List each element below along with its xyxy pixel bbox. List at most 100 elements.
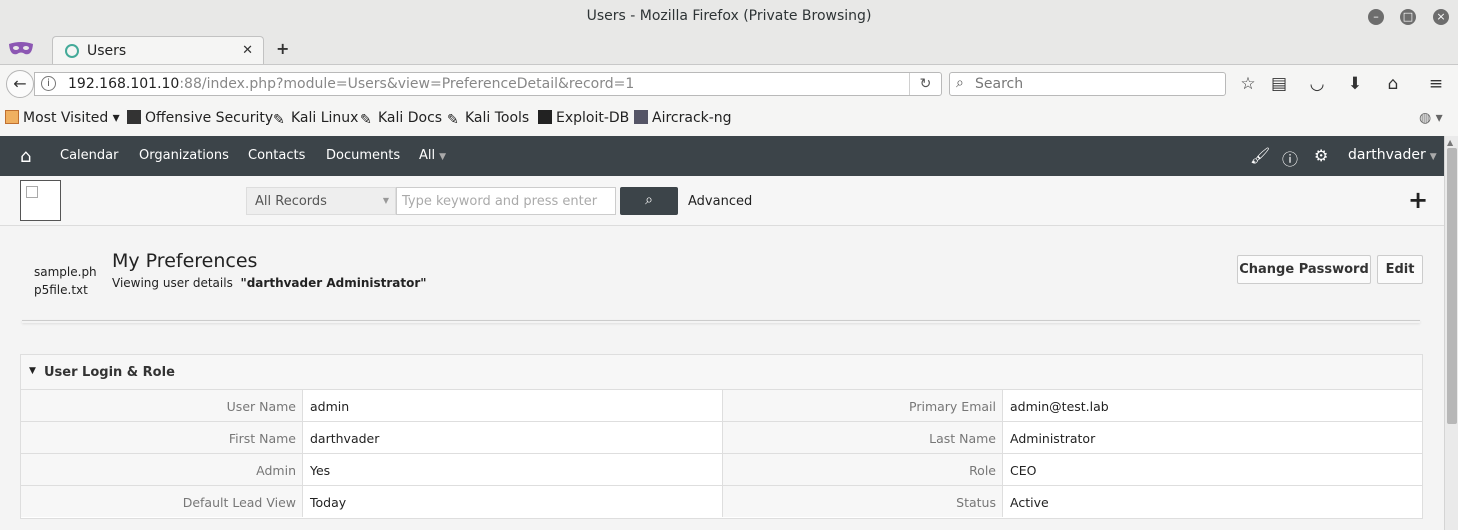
- bookmark-most-visited[interactable]: Most Visited ▾: [5, 110, 120, 126]
- bookmark-offensive-security[interactable]: Offensive Security: [127, 110, 273, 126]
- collapse-triangle-icon[interactable]: ▼: [29, 366, 36, 376]
- minimize-icon[interactable]: –: [1368, 9, 1384, 25]
- back-arrow-icon[interactable]: ←: [6, 70, 34, 98]
- field-value: Active: [1010, 495, 1049, 510]
- bookmark-exploit-db[interactable]: Exploit-DB: [538, 110, 629, 126]
- tab-strip: Users ✕ +: [0, 34, 1458, 66]
- field-value: admin: [303, 390, 723, 421]
- menu-organizations[interactable]: Organizations: [139, 148, 229, 163]
- menu-contacts[interactable]: Contacts: [248, 148, 305, 163]
- app-home-icon[interactable]: ⌂: [20, 146, 31, 167]
- field-row: First Name darthvader Last Name Administ…: [21, 422, 1422, 454]
- divider: [22, 320, 1420, 323]
- quick-create-plus-icon[interactable]: +: [1408, 188, 1428, 212]
- field-row: Admin Yes Role CEO: [21, 454, 1422, 486]
- navigation-toolbar: ← i 192.168.101.10:88/index.php?module=U…: [0, 64, 1458, 102]
- scroll-up-icon[interactable]: ▲: [1447, 138, 1453, 147]
- maximize-icon[interactable]: □: [1400, 9, 1416, 25]
- chevron-down-icon: ▼: [439, 152, 447, 162]
- search-placeholder: Search: [975, 76, 1024, 92]
- chevron-down-icon: ▼: [1429, 152, 1437, 162]
- attachment-filename[interactable]: sample.php5file.txt: [34, 263, 98, 299]
- downloads-icon[interactable]: ⬇: [1344, 74, 1366, 94]
- url-bar[interactable]: i 192.168.101.10:88/index.php?module=Use…: [34, 72, 942, 96]
- reload-icon[interactable]: ↻: [909, 73, 941, 95]
- url-text[interactable]: 192.168.101.10:88/index.php?module=Users…: [68, 76, 634, 92]
- company-logo[interactable]: [20, 180, 61, 221]
- site-favicon-icon: [65, 44, 79, 58]
- field-label: Admin: [21, 454, 303, 485]
- field-label: First Name: [21, 422, 303, 453]
- search-icon: ⌕: [645, 192, 653, 208]
- search-input[interactable]: ⌕ Search: [949, 72, 1226, 96]
- field-row: Default Lead View Today Status Active: [21, 486, 1422, 518]
- hamburger-menu-icon[interactable]: ≡: [1425, 74, 1447, 94]
- tab-label: Users: [87, 43, 127, 59]
- advanced-search-link[interactable]: Advanced: [688, 194, 752, 209]
- user-account-icon[interactable]: ◍ ▾: [1419, 110, 1443, 126]
- block-header[interactable]: ▼ User Login & Role: [21, 355, 1422, 390]
- user-login-role-block: ▼ User Login & Role User Name admin Prim…: [20, 354, 1423, 519]
- aircrack-icon: [634, 110, 648, 124]
- global-search-bar: All Records ▼ Type keyword and press ente…: [0, 176, 1444, 226]
- field-label: Primary Email: [723, 390, 1003, 421]
- field-label: Role: [723, 454, 1003, 485]
- user-menu[interactable]: darthvader ▼: [1348, 147, 1437, 163]
- private-browsing-mask-icon: [9, 42, 33, 55]
- folder-icon: [5, 110, 19, 124]
- exploit-db-icon: [538, 110, 552, 124]
- site-info-icon[interactable]: i: [41, 76, 56, 91]
- block-title: User Login & Role: [44, 365, 175, 380]
- field-value: Administrator: [1010, 431, 1096, 446]
- broken-image-icon: [26, 186, 38, 198]
- field-value: Yes: [303, 454, 723, 485]
- kali-dragon-icon: ✎: [273, 112, 285, 128]
- field-value: darthvader: [303, 422, 723, 453]
- field-value: admin@test.lab: [1010, 399, 1109, 414]
- pocket-icon[interactable]: ◡: [1306, 74, 1328, 94]
- kali-dragon-icon: ✎: [447, 112, 459, 128]
- keyword-search-input[interactable]: Type keyword and press enter: [396, 187, 616, 215]
- bookmark-star-icon[interactable]: ☆: [1237, 74, 1259, 94]
- offsec-icon: [127, 110, 141, 124]
- page-subtitle: Viewing user details "darthvader Adminis…: [112, 276, 427, 290]
- records-select[interactable]: All Records ▼: [246, 187, 396, 215]
- window-titlebar: Users - Mozilla Firefox (Private Browsin…: [0, 0, 1458, 34]
- reading-list-icon[interactable]: ▤: [1268, 74, 1290, 94]
- bookmark-aircrack-ng[interactable]: Aircrack-ng: [634, 110, 732, 126]
- window-title: Users - Mozilla Firefox (Private Browsin…: [586, 8, 872, 24]
- menu-all[interactable]: All ▼: [419, 148, 446, 163]
- kali-dragon-icon: ✎: [360, 112, 372, 128]
- main-content: sample.php5file.txt My Preferences Viewi…: [0, 226, 1444, 530]
- field-label: Last Name: [723, 422, 1003, 453]
- menu-calendar[interactable]: Calendar: [60, 148, 118, 163]
- info-icon[interactable]: ⓘ: [1282, 146, 1298, 170]
- new-tab-icon[interactable]: +: [276, 39, 289, 58]
- bookmark-kali-docs[interactable]: ✎ Kali Docs: [360, 110, 442, 128]
- gear-icon[interactable]: ⚙: [1314, 146, 1328, 165]
- tab-close-icon[interactable]: ✕: [242, 43, 253, 58]
- home-icon[interactable]: ⌂: [1382, 74, 1404, 94]
- chevron-down-icon: ▼: [382, 196, 389, 205]
- page-scrollbar[interactable]: ▲: [1444, 136, 1458, 530]
- field-label: Status: [723, 486, 1003, 517]
- scrollbar-thumb[interactable]: [1447, 148, 1457, 424]
- close-window-icon[interactable]: ×: [1433, 9, 1449, 25]
- tab-users[interactable]: Users ✕: [52, 36, 264, 66]
- paintbrush-icon[interactable]: 🖌: [1250, 146, 1270, 165]
- field-label: User Name: [21, 390, 303, 421]
- field-value: CEO: [1010, 463, 1037, 478]
- menu-documents[interactable]: Documents: [326, 148, 400, 163]
- bookmark-kali-linux[interactable]: ✎ Kali Linux: [273, 110, 358, 128]
- change-password-button[interactable]: Change Password: [1237, 255, 1371, 284]
- field-row: User Name admin Primary Email admin@test…: [21, 390, 1422, 422]
- edit-button[interactable]: Edit: [1377, 255, 1423, 284]
- bookmark-kali-tools[interactable]: ✎ Kali Tools: [447, 110, 529, 128]
- bookmarks-toolbar: Most Visited ▾ Offensive Security ✎ Kali …: [0, 102, 1458, 136]
- search-icon: ⌕: [956, 75, 964, 91]
- page-title: My Preferences: [112, 250, 258, 272]
- search-button[interactable]: ⌕: [620, 187, 678, 215]
- field-value: Today: [303, 486, 723, 517]
- field-label: Default Lead View: [21, 486, 303, 517]
- app-top-navigation: ⌂ Calendar Organizations Contacts Docume…: [0, 136, 1444, 176]
